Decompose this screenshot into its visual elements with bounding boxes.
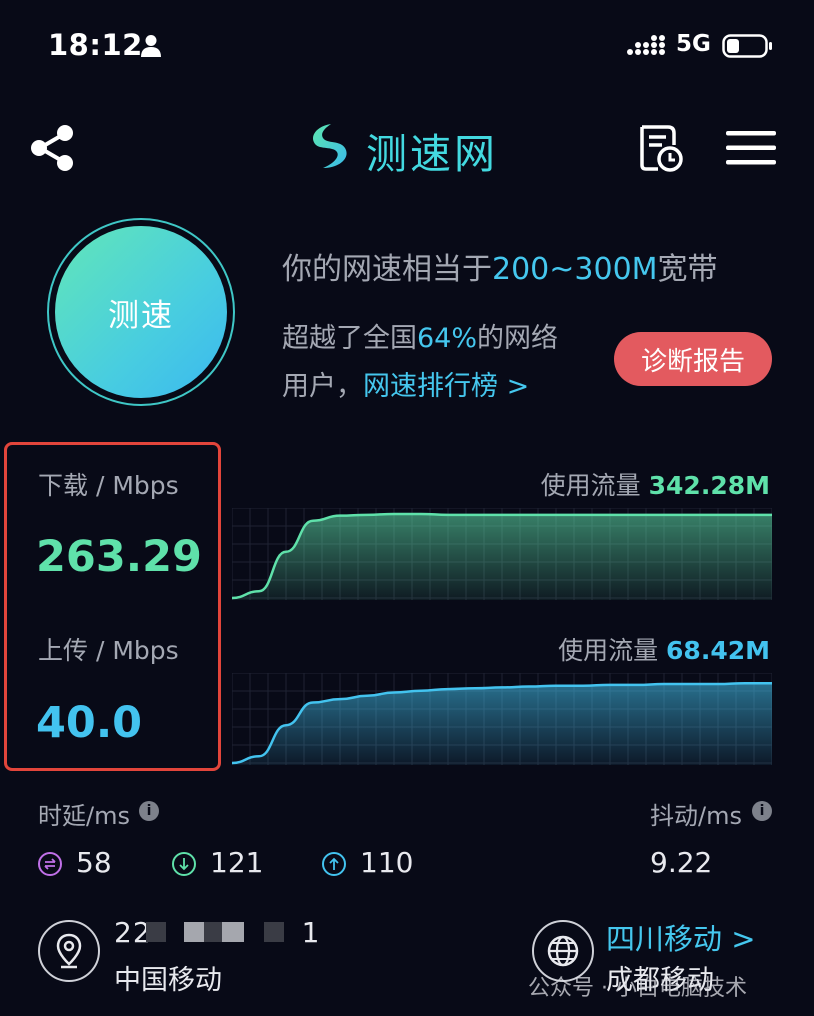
ip-redaction bbox=[146, 922, 166, 942]
summary-ranking: 用户，网速排行榜 > bbox=[282, 371, 530, 402]
ping-value: 58 bbox=[76, 846, 112, 879]
summary-percentile: 超越了全国64%的网络 bbox=[282, 323, 559, 354]
jitter-value: 9.22 bbox=[650, 846, 713, 879]
ping-icon bbox=[38, 852, 62, 876]
watermark: 公众号 · 小白电脑技术 bbox=[528, 976, 747, 1001]
start-test-label: 测速 bbox=[108, 297, 174, 334]
summary-speed-equivalent: 你的网速相当于200~300M宽带 bbox=[282, 252, 718, 287]
share-icon[interactable] bbox=[28, 124, 76, 172]
upload-latency-value: 110 bbox=[360, 846, 414, 879]
upload-label: 上传 / Mbps bbox=[38, 636, 179, 665]
ip-redaction bbox=[264, 922, 284, 942]
upload-latency-icon bbox=[322, 852, 346, 876]
signal-icon bbox=[627, 35, 665, 55]
location-pin-icon bbox=[38, 920, 100, 982]
diagnose-report-button[interactable]: 诊断报告 bbox=[614, 332, 772, 386]
battery-icon bbox=[722, 34, 772, 58]
ip-redaction bbox=[222, 922, 244, 942]
download-data-usage: 使用流量 342.28M bbox=[540, 471, 770, 500]
start-test-button[interactable]: 测速 bbox=[55, 226, 227, 398]
ranking-link[interactable]: 网速排行榜 > bbox=[363, 371, 529, 402]
network-type: 5G bbox=[676, 31, 711, 57]
latency-label: 时延/ms bbox=[38, 802, 130, 830]
jitter-info-icon[interactable]: i bbox=[752, 801, 772, 821]
isp-name: 中国移动 bbox=[114, 965, 222, 996]
download-latency-value: 121 bbox=[210, 846, 264, 879]
download-speed-chart bbox=[232, 508, 772, 600]
upload-speed-chart bbox=[232, 673, 772, 765]
ip-redaction bbox=[204, 922, 222, 942]
download-label: 下载 / Mbps bbox=[38, 471, 179, 500]
status-time: 18:12 bbox=[48, 28, 143, 62]
latency-info-icon[interactable]: i bbox=[139, 801, 159, 821]
upload-data-usage: 使用流量 68.42M bbox=[558, 636, 770, 665]
upload-speed-value: 40.0 bbox=[36, 698, 143, 748]
ip-redaction bbox=[184, 922, 204, 942]
app-title: 测速网 bbox=[366, 130, 498, 178]
upload-area bbox=[232, 683, 772, 765]
download-area bbox=[232, 514, 772, 600]
logo-icon bbox=[312, 124, 347, 168]
history-report-icon[interactable] bbox=[636, 123, 684, 173]
person-icon bbox=[141, 35, 161, 57]
jitter-label: 抖动/ms bbox=[650, 802, 742, 830]
download-latency-icon bbox=[172, 852, 196, 876]
province-carrier-link[interactable]: 四川移动 > bbox=[606, 916, 756, 958]
menu-icon[interactable] bbox=[726, 128, 776, 168]
download-speed-value: 263.29 bbox=[36, 532, 202, 582]
